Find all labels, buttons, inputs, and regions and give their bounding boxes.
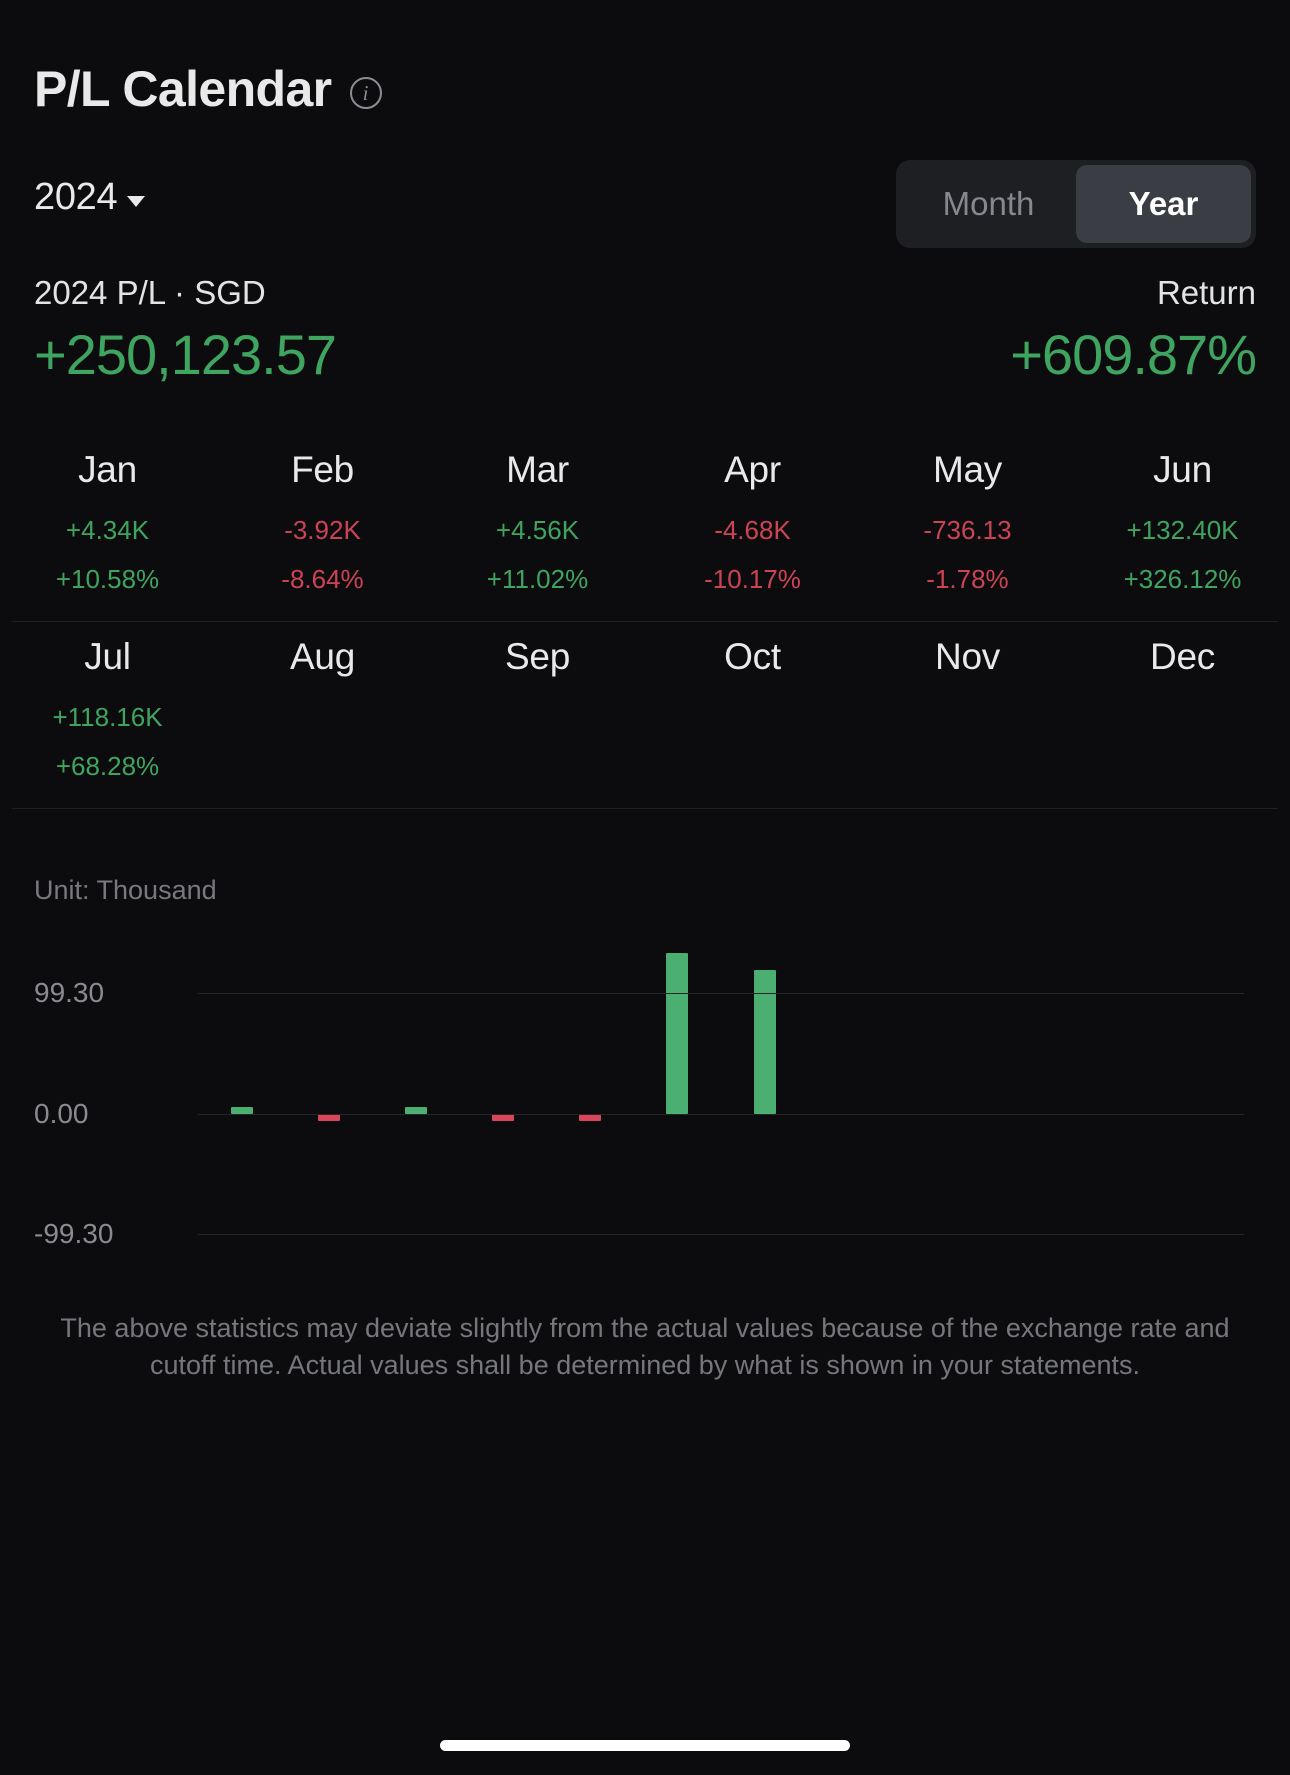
month-name: Jul — [84, 636, 131, 677]
month-amount: -736.13 — [923, 515, 1012, 545]
month-percent — [645, 750, 860, 780]
year-selector-label: 2024 — [34, 176, 118, 218]
month-name: Nov — [935, 636, 1000, 677]
month-amount — [215, 702, 430, 732]
month-cell-may[interactable]: May -736.13 -1.78% — [860, 435, 1075, 621]
month-grid: Jan +4.34K +10.58% Feb -3.92K -8.64% Mar +4.56K… — [0, 435, 1290, 809]
month-cell-jul[interactable]: Jul +118.16K +68.28% — [0, 622, 215, 808]
month-cell-sep[interactable]: Sep — [430, 622, 645, 808]
tab-month[interactable]: Month — [901, 165, 1076, 243]
info-icon[interactable]: i — [349, 77, 382, 109]
month-row-second: Jul +118.16K +68.28% Aug Sep Oct Nov Dec — [0, 622, 1290, 808]
return-label: Return — [1156, 274, 1256, 311]
month-name: Aug — [290, 636, 355, 677]
month-amount — [430, 702, 645, 732]
month-row-first: Jan +4.34K +10.58% Feb -3.92K -8.64% Mar +4.56K… — [0, 435, 1290, 621]
month-cell-oct[interactable]: Oct — [645, 622, 860, 808]
month-name: May — [933, 449, 1002, 490]
month-amount: +4.56K — [495, 515, 580, 545]
month-cell-dec[interactable]: Dec — [1075, 622, 1290, 808]
y-axis-label: -99.30 — [34, 1218, 114, 1249]
month-name: Mar — [506, 449, 569, 490]
month-cell-jan[interactable]: Jan +4.34K +10.58% — [0, 435, 215, 621]
chart-bar-mar — [404, 1106, 427, 1114]
summary-values: +250,123.57 +609.87% — [34, 322, 1257, 387]
month-cell-apr[interactable]: Apr -4.68K -10.17% — [645, 435, 860, 621]
summary-block: 2024 P/L · SGD Return +250,123.57 +609.8… — [0, 252, 1290, 387]
chart-unit-label: Unit: Thousand — [34, 875, 217, 905]
grid-divider-bottom — [12, 808, 1278, 809]
chart-section: Unit: Thousand 99.30 0.00 -99.30 — [0, 875, 1290, 1249]
month-percent — [430, 750, 645, 780]
month-percent: +326.12% — [1123, 564, 1242, 594]
month-percent: +10.58% — [55, 564, 160, 594]
home-indicator — [440, 1740, 850, 1751]
period-toggle: Month Year — [896, 160, 1256, 248]
chart-bar-jan — [230, 1106, 253, 1114]
month-amount — [1075, 702, 1290, 732]
month-amount: -4.68K — [714, 515, 791, 545]
chart-bar-jul — [753, 970, 776, 1114]
month-percent — [860, 750, 1075, 780]
month-percent: -1.78% — [926, 564, 1009, 594]
month-name: Feb — [291, 449, 354, 490]
month-cell-jun[interactable]: Jun +132.40K +326.12% — [1075, 435, 1290, 621]
chevron-down-icon — [127, 195, 146, 207]
chart-plot-area — [198, 944, 1244, 1234]
tab-year[interactable]: Year — [1076, 165, 1251, 243]
chart-bar-apr — [492, 1113, 515, 1121]
month-percent: +68.28% — [55, 751, 160, 781]
month-cell-feb[interactable]: Feb -3.92K -8.64% — [215, 435, 430, 621]
month-cell-mar[interactable]: Mar +4.56K +11.02% — [430, 435, 645, 621]
y-axis-label: 99.30 — [34, 977, 105, 1009]
month-name: Apr — [724, 449, 781, 490]
month-percent: -10.17% — [704, 564, 801, 594]
month-cell-nov[interactable]: Nov — [860, 622, 1075, 808]
month-percent — [1075, 750, 1290, 780]
chart-gridline — [198, 993, 1244, 995]
chart-gridline — [198, 1234, 1244, 1235]
month-amount: +118.16K — [52, 702, 163, 732]
chart-bar-may — [579, 1113, 602, 1121]
chart-gridline — [198, 1113, 1244, 1115]
pl-calendar-screen: P/L Calendar i 2024 Month Year 2024 P/L … — [0, 0, 1290, 1775]
month-amount: +4.34K — [65, 515, 150, 545]
page-title: P/L Calendar — [34, 61, 332, 117]
disclaimer-text: The above statistics may deviate slightl… — [60, 1313, 1230, 1381]
y-axis-label: 0.00 — [34, 1097, 89, 1129]
pl-bar-chart: 99.30 0.00 -99.30 — [34, 944, 1256, 1249]
month-name: Oct — [724, 636, 781, 677]
month-name: Sep — [505, 636, 570, 677]
month-amount: +132.40K — [1126, 515, 1239, 545]
controls-row: 2024 Month Year — [0, 160, 1290, 252]
month-name: Jun — [1153, 449, 1212, 490]
month-name: Jan — [78, 449, 137, 490]
month-percent: +11.02% — [486, 564, 589, 594]
header: P/L Calendar i — [0, 0, 1290, 118]
month-percent: -8.64% — [281, 564, 364, 594]
month-amount: -3.92K — [284, 515, 361, 545]
month-name: Dec — [1150, 636, 1215, 677]
month-percent — [215, 750, 430, 780]
month-cell-aug[interactable]: Aug — [215, 622, 430, 808]
pl-label: 2024 P/L · SGD — [34, 274, 266, 311]
year-selector[interactable]: 2024 — [34, 176, 146, 219]
chart-bar-feb — [317, 1113, 340, 1121]
pl-value: +250,123.57 — [34, 323, 337, 386]
summary-labels: 2024 P/L · SGD Return — [34, 274, 1256, 312]
return-value: +609.87% — [1010, 323, 1257, 386]
month-amount — [645, 702, 860, 732]
chart-bar-jun — [666, 953, 689, 1114]
month-amount — [860, 702, 1075, 732]
